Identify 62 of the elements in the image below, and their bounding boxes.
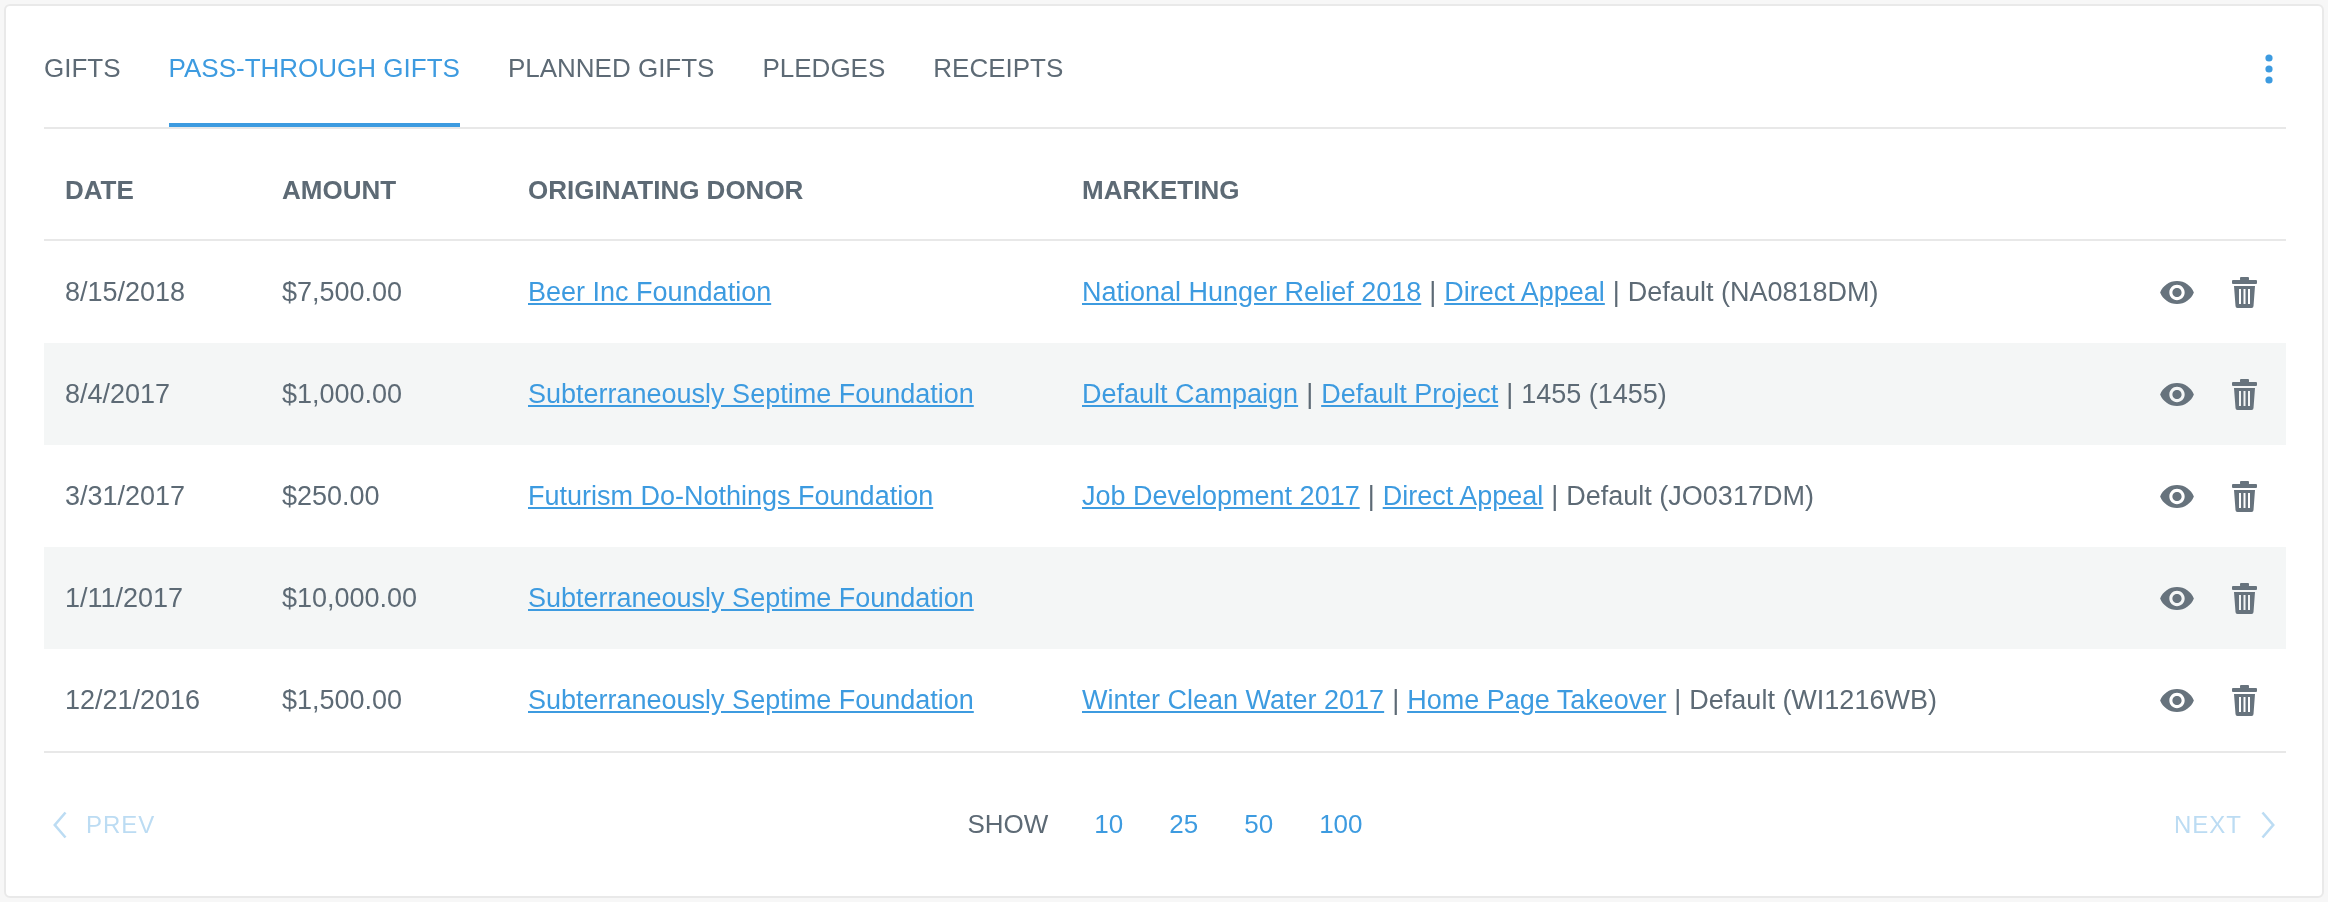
donor-link[interactable]: Subterraneously Septime Foundation (528, 684, 974, 715)
marketing-code-text: 1455 (1455) (1521, 378, 1667, 409)
marketing-link[interactable]: Direct Appeal (1444, 276, 1605, 307)
eye-icon[interactable] (2160, 484, 2194, 508)
more-menu-icon[interactable] (2265, 54, 2273, 84)
separator-text: | (1674, 684, 1682, 715)
donor-link[interactable]: Beer Inc Foundation (528, 276, 772, 307)
donor-link[interactable]: Subterraneously Septime Foundation (528, 378, 974, 409)
separator-text: | (1392, 684, 1400, 715)
separator-text: | (1429, 276, 1437, 307)
marketing-link[interactable]: National Hunger Relief 2018 (1082, 276, 1422, 307)
separator-text: | (1612, 276, 1620, 307)
marketing-link[interactable]: Default Campaign (1082, 378, 1299, 409)
column-header: MARKETING (1082, 174, 1240, 205)
column-header: ORIGINATING DONOR (528, 174, 804, 205)
eye-icon[interactable] (2160, 382, 2194, 406)
tab[interactable]: PLEDGES (762, 52, 886, 127)
amount-text: $10,000.00 (282, 582, 418, 613)
tab[interactable]: GIFTS (44, 52, 121, 127)
tab[interactable]: PLANNED GIFTS (507, 52, 715, 127)
page-size-link[interactable]: 25 (1169, 809, 1199, 840)
date-text: 3/31/2017 (65, 480, 186, 511)
column-header: DATE (65, 174, 134, 205)
trash-icon[interactable] (2232, 378, 2257, 410)
trash-icon[interactable] (2232, 684, 2257, 716)
separator-text: | (1506, 378, 1514, 409)
separator-text: | (1367, 480, 1375, 511)
marketing-link[interactable]: Direct Appeal (1382, 480, 1544, 511)
amount-text: $250.00 (282, 480, 380, 511)
marketing-code-text: Default (JO0317DM) (1566, 480, 1814, 511)
page-size-link[interactable]: 50 (1244, 809, 1274, 840)
chevron-left-icon (53, 810, 67, 839)
amount-text: $7,500.00 (282, 276, 403, 307)
chevron-right-icon (2261, 810, 2275, 839)
date-text: 8/4/2017 (65, 378, 171, 409)
eye-icon[interactable] (2160, 688, 2194, 712)
show-label: SHOW (967, 809, 1049, 840)
date-text: 12/21/2016 (65, 684, 201, 715)
marketing-link[interactable]: Default Project (1321, 378, 1499, 409)
page-size-link[interactable]: 10 (1094, 809, 1124, 840)
column-header: AMOUNT (282, 174, 397, 205)
tab[interactable]: PASS-THROUGH GIFTS (168, 52, 460, 127)
tab[interactable]: RECEIPTS (933, 52, 1064, 127)
separator-text: | (1551, 480, 1559, 511)
marketing-link[interactable]: Winter Clean Water 2017 (1082, 684, 1385, 715)
date-text: 8/15/2018 (65, 276, 186, 307)
marketing-code-text: Default (WI1216WB) (1689, 684, 1937, 715)
marketing-link[interactable]: Job Development 2017 (1082, 480, 1360, 511)
page-size-link[interactable]: 100 (1319, 809, 1363, 840)
eye-icon[interactable] (2160, 586, 2194, 610)
trash-icon[interactable] (2232, 276, 2257, 308)
date-text: 1/11/2017 (65, 582, 184, 613)
trash-icon[interactable] (2232, 480, 2257, 512)
marketing-code-text: Default (NA0818DM) (1627, 276, 1879, 307)
amount-text: $1,500.00 (282, 684, 403, 715)
eye-icon[interactable] (2160, 280, 2194, 304)
trash-icon[interactable] (2232, 582, 2257, 614)
separator-text: | (1306, 378, 1314, 409)
amount-text: $1,000.00 (282, 378, 403, 409)
donor-link[interactable]: Futurism Do-Nothings Foundation (528, 480, 934, 511)
donor-link[interactable]: Subterraneously Septime Foundation (528, 582, 974, 613)
marketing-link[interactable]: Home Page Takeover (1407, 684, 1667, 715)
